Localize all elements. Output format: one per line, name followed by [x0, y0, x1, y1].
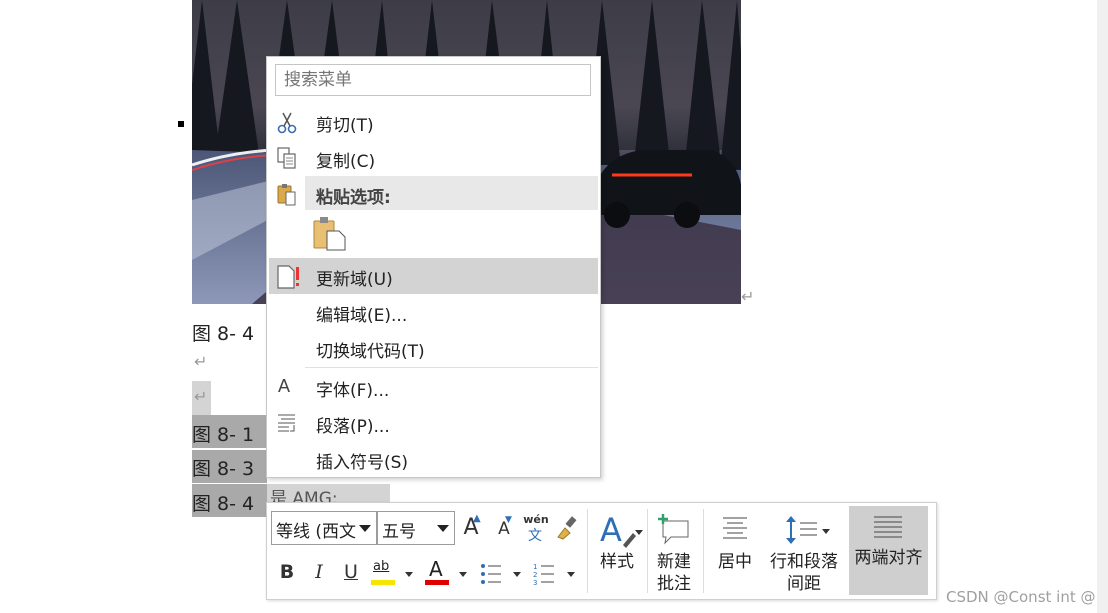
toolbar-separator	[647, 509, 648, 593]
menu-item-toggle-field-codes[interactable]: 切换域代码(T)	[269, 330, 598, 366]
svg-text:1: 1	[533, 563, 537, 571]
highlight-button[interactable]: ab	[371, 559, 397, 587]
caret-down-icon: ▼	[505, 515, 512, 525]
paragraph-mark: ↵	[194, 387, 208, 406]
styles-button[interactable]: A 样式	[591, 507, 643, 595]
highlight-color-swatch	[371, 580, 395, 585]
bullets-button[interactable]	[479, 561, 505, 587]
caption-line-2[interactable]: 图 8- 3	[192, 454, 254, 481]
chevron-down-icon[interactable]	[459, 572, 467, 577]
search-menu-input[interactable]	[275, 64, 591, 96]
menu-item-label: 粘贴选项:	[316, 188, 391, 208]
font-name-combo[interactable]: 等线 (西文	[271, 511, 377, 545]
object-anchor-marker	[178, 121, 184, 127]
update-field-icon	[275, 264, 299, 289]
font-color-button[interactable]: A	[425, 557, 451, 587]
paragraph-icon	[275, 411, 299, 435]
paragraph-mark: ↵	[741, 287, 755, 306]
paste-icon	[275, 182, 299, 206]
scissors-icon	[275, 110, 299, 134]
menu-item-font[interactable]: A 字体(F)...	[269, 369, 598, 405]
line-spacing-icon	[786, 516, 817, 544]
paste-options-header: 粘贴选项:	[269, 176, 598, 212]
new-comment-label: 批注	[657, 574, 691, 594]
line-spacing-label: 行和段落	[770, 552, 838, 572]
line-spacing-label: 间距	[787, 574, 821, 594]
chevron-down-icon[interactable]	[513, 572, 521, 577]
menu-item-cut[interactable]: 剪切(T)	[269, 104, 598, 140]
menu-item-label: 剪切(T)	[316, 116, 374, 136]
svg-text:3: 3	[533, 579, 537, 587]
chevron-down-icon[interactable]	[437, 525, 449, 532]
numbering-button[interactable]: 1 2 3	[532, 561, 558, 587]
phonetic-guide-button[interactable]: wén 文	[523, 513, 549, 545]
caption-line-1[interactable]: 图 8- 1	[192, 420, 254, 447]
context-menu: 剪切(T) 复制(C) 粘贴选项:	[266, 56, 601, 478]
font-size-value: 五号	[382, 522, 416, 542]
styles-icon: A	[600, 511, 636, 549]
new-comment-label: 新建	[657, 552, 691, 572]
align-center-icon	[723, 517, 747, 539]
mini-toolbar: 等线 (西文 五号 A ▲ A ▼ wén 文 B I U ab A 1 2 3…	[266, 502, 937, 600]
menu-item-update-field[interactable]: 更新域(U)	[269, 258, 598, 294]
center-label: 居中	[718, 552, 752, 572]
new-comment-icon	[658, 514, 689, 545]
highlight-text: ab	[373, 559, 390, 574]
figure-caption[interactable]: 图 8- 4	[192, 319, 254, 346]
justify-button[interactable]: 两端对齐	[849, 506, 928, 595]
line-spacing-button[interactable]: 行和段落 间距	[765, 507, 843, 595]
menu-item-label: 更新域(U)	[316, 270, 393, 290]
menu-item-copy[interactable]: 复制(C)	[269, 140, 598, 176]
copy-icon	[275, 146, 299, 170]
font-name-value: 等线 (西文	[276, 522, 357, 542]
menu-item-edit-field[interactable]: 编辑域(E)...	[269, 294, 598, 330]
paragraph-mark: ↵	[194, 352, 208, 371]
center-align-button[interactable]: 居中	[707, 507, 763, 595]
menu-item-label: 字体(F)...	[316, 381, 390, 401]
caret-up-icon: ▲	[473, 513, 481, 524]
shrink-font-button[interactable]: A ▼	[492, 515, 516, 545]
menu-item-insert-symbol[interactable]: 插入符号(S)	[269, 441, 598, 477]
menu-item-label: 编辑域(E)...	[316, 306, 408, 326]
chevron-down-icon[interactable]	[567, 572, 575, 577]
bold-button[interactable]: B	[277, 561, 297, 583]
align-justify-icon	[874, 516, 902, 538]
menu-item-label: 插入符号(S)	[316, 453, 409, 473]
menu-item-paragraph[interactable]: 段落(P)...	[269, 405, 598, 441]
watermark: CSDN @Const int @	[946, 588, 1096, 606]
font-size-combo[interactable]: 五号	[377, 511, 455, 545]
vertical-scrollbar[interactable]	[1097, 0, 1108, 613]
menu-separator	[305, 367, 598, 368]
bullet-list-icon	[481, 564, 501, 584]
toolbar-separator	[587, 509, 588, 593]
italic-button[interactable]: I	[309, 561, 329, 583]
toolbar-separator	[703, 509, 704, 593]
clipboard-icon	[313, 217, 346, 251]
font-icon: A	[278, 376, 291, 396]
new-comment-button[interactable]: 新建 批注	[649, 507, 699, 595]
format-painter-button[interactable]	[555, 515, 581, 541]
underline-button[interactable]: U	[341, 561, 361, 583]
numbered-list-icon: 1 2 3	[533, 563, 554, 587]
menu-item-label: 复制(C)	[316, 152, 376, 172]
svg-text:2: 2	[533, 571, 537, 579]
caption-line-3[interactable]: 图 8- 4	[192, 489, 254, 516]
menu-item-label: 切换域代码(T)	[316, 342, 425, 362]
grow-font-button[interactable]: A ▲	[459, 513, 483, 543]
chevron-down-icon	[635, 530, 643, 535]
font-color-letter: A	[429, 557, 443, 581]
chevron-down-icon[interactable]	[359, 525, 371, 532]
svg-text:A: A	[600, 511, 622, 549]
menu-item-label: 段落(P)...	[316, 417, 390, 437]
styles-label: 样式	[600, 552, 634, 572]
caption-line-3-rest[interactable]: 是 AMG:	[270, 484, 338, 502]
justify-label: 两端对齐	[854, 548, 923, 568]
paintbrush-icon	[557, 516, 577, 540]
chevron-down-icon[interactable]	[405, 572, 413, 577]
font-color-swatch	[425, 580, 449, 585]
phonetic-bottom-text: 文	[528, 528, 542, 544]
paste-keep-text-button[interactable]	[311, 215, 347, 251]
chevron-down-icon	[822, 529, 830, 534]
